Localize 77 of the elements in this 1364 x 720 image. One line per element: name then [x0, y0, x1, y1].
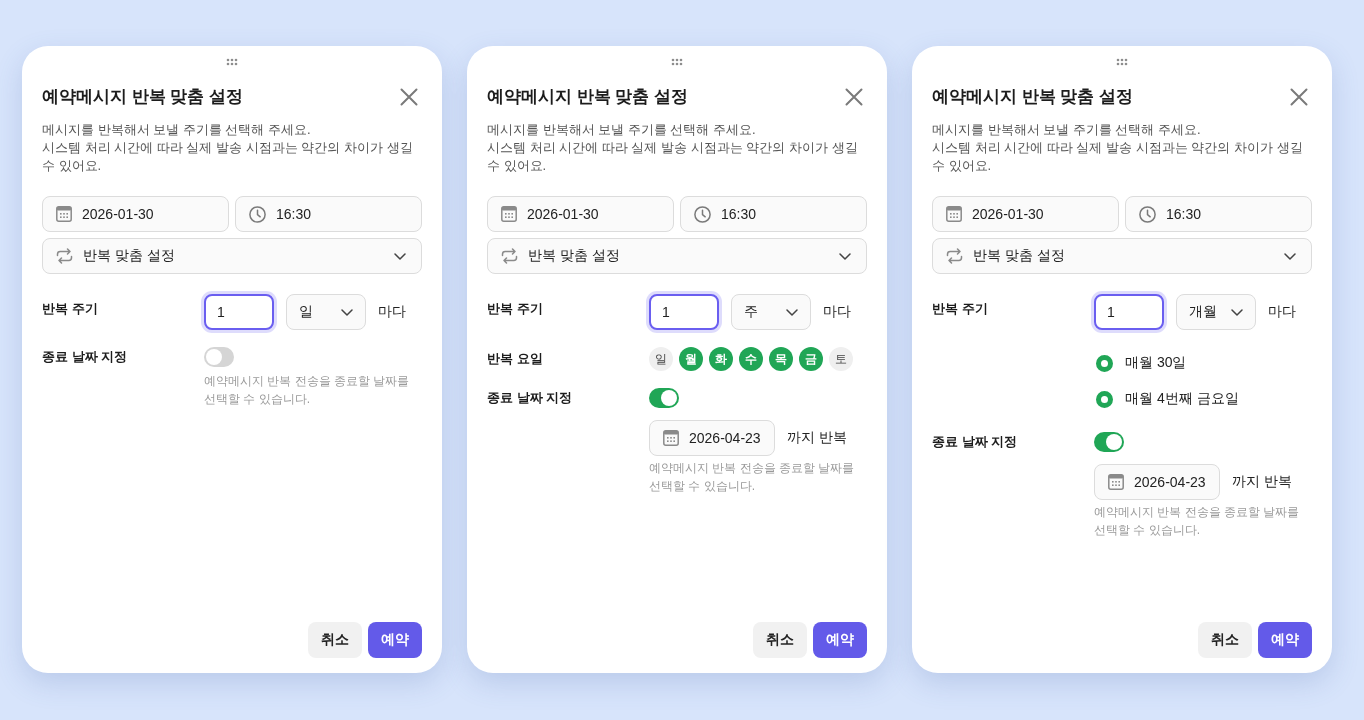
repeat-icon [946, 248, 963, 264]
chevron-down-icon [1284, 252, 1296, 260]
close-button[interactable] [400, 88, 418, 106]
unit-select[interactable]: 개월 [1176, 294, 1256, 330]
suffix-text: 까지 반복 [1231, 473, 1292, 491]
end-date-field[interactable]: 2026-04-23 [1094, 464, 1220, 500]
calendar-icon [56, 206, 72, 222]
help-text: 예약메시지 반복 전송을 종료할 날짜를 선택할 수 있습니다. [649, 460, 856, 495]
radio-option[interactable]: 매월 30일 [1094, 347, 1312, 379]
chevron-down-icon [786, 308, 798, 316]
chevron-down-icon [394, 252, 406, 260]
toggle-switch[interactable] [1094, 432, 1124, 452]
description-text: 메시지를 반복해서 보낼 주기를 선택해 주세요. 시스템 처리 시간에 따라 실제 발송 시점과는 약간의 차이가 생길 수 있어요. [42, 121, 414, 175]
field-label: 반복 요일 [487, 350, 544, 368]
toggle-switch[interactable] [204, 347, 234, 367]
suffix-text: 까지 반복 [786, 429, 847, 447]
toggle-switch[interactable] [649, 388, 679, 408]
description-text: 메시지를 반복해서 보낼 주기를 선택해 주세요. 시스템 처리 시간에 따라 실제 발송 시점과는 약간의 차이가 생길 수 있어요. [487, 121, 859, 175]
calendar-icon [663, 430, 679, 446]
radio-option[interactable]: 매월 4번째 금요일 [1094, 383, 1312, 415]
suffix-text: 마다 [1268, 303, 1296, 321]
date-field[interactable]: 2026-01-30 [42, 196, 229, 232]
close-icon [1290, 88, 1308, 106]
help-text: 예약메시지 반복 전송을 종료할 날짜를 선택할 수 있습니다. [1094, 504, 1301, 539]
number-input[interactable]: 1 [1094, 294, 1164, 330]
repeat-select[interactable]: 반복 맞춤 설정 [42, 238, 422, 274]
time-field[interactable]: 16:30 [680, 196, 867, 232]
drag-handle-icon [671, 58, 683, 66]
time-field[interactable]: 16:30 [1125, 196, 1312, 232]
cancel-button[interactable]: 취소 [308, 622, 362, 658]
cancel-button[interactable]: 취소 [1198, 622, 1252, 658]
end-date-field[interactable]: 2026-04-23 [649, 420, 775, 456]
confirm-button[interactable]: 예약 [368, 622, 422, 658]
clock-icon [1139, 205, 1156, 223]
unit-select[interactable]: 주 [731, 294, 811, 330]
close-button[interactable] [845, 88, 863, 106]
repeat-select[interactable]: 반복 맞춤 설정 [932, 238, 1312, 274]
chevron-down-icon [1231, 308, 1243, 316]
chevron-down-icon [839, 252, 851, 260]
calendar-icon [501, 206, 517, 222]
field-label: 반복 주기 [932, 300, 989, 318]
chevron-down-icon [341, 308, 353, 316]
dialog-title: 예약메시지 반복 맞춤 설정 [487, 86, 689, 108]
clock-icon [249, 205, 266, 223]
drag-handle-icon [226, 58, 238, 66]
field-label: 반복 주기 [487, 300, 544, 318]
cancel-button[interactable]: 취소 [753, 622, 807, 658]
weekday-chip[interactable]: 토 [829, 347, 853, 371]
confirm-button[interactable]: 예약 [1258, 622, 1312, 658]
number-input[interactable]: 1 [649, 294, 719, 330]
close-icon [845, 88, 863, 106]
suffix-text: 마다 [823, 303, 851, 321]
time-field[interactable]: 16:30 [235, 196, 422, 232]
dialog-title: 예약메시지 반복 맞춤 설정 [932, 86, 1134, 108]
drag-handle-icon [1116, 58, 1128, 66]
field-label: 반복 주기 [42, 300, 99, 318]
date-field[interactable]: 2026-01-30 [932, 196, 1119, 232]
field-label: 종료 날짜 지정 [487, 389, 574, 407]
number-input[interactable]: 1 [204, 294, 274, 330]
calendar-icon [946, 206, 962, 222]
repeat-select[interactable]: 반복 맞춤 설정 [487, 238, 867, 274]
close-button[interactable] [1290, 88, 1308, 106]
confirm-button[interactable]: 예약 [813, 622, 867, 658]
date-field[interactable]: 2026-01-30 [487, 196, 674, 232]
unit-select[interactable]: 일 [286, 294, 366, 330]
suffix-text: 마다 [378, 303, 406, 321]
close-icon [400, 88, 418, 106]
field-label: 종료 날짜 지정 [42, 348, 129, 366]
repeat-icon [501, 248, 518, 264]
clock-icon [694, 205, 711, 223]
dialog-title: 예약메시지 반복 맞춤 설정 [42, 86, 244, 108]
weekday-chip[interactable]: 일 [649, 347, 673, 371]
repeat-icon [56, 248, 73, 264]
help-text: 예약메시지 반복 전송을 종료할 날짜를 선택할 수 있습니다. [204, 373, 411, 408]
field-label: 종료 날짜 지정 [932, 433, 1019, 451]
description-text: 메시지를 반복해서 보낼 주기를 선택해 주세요. 시스템 처리 시간에 따라 실제 발송 시점과는 약간의 차이가 생길 수 있어요. [932, 121, 1304, 175]
calendar-icon [1108, 474, 1124, 490]
